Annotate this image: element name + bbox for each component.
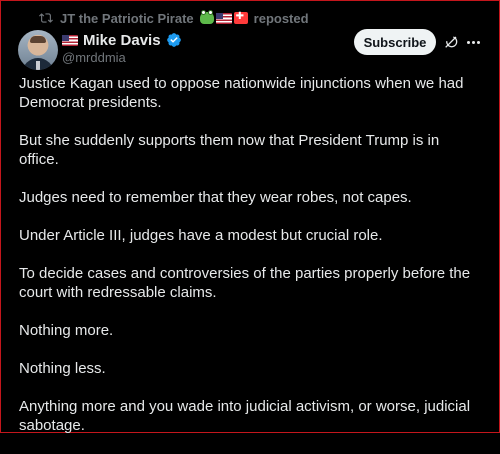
us-flag-icon — [62, 34, 78, 46]
tweet-paragraph: Nothing less. — [19, 360, 106, 377]
tweet-paragraph: Under Article III, judges have a modest … — [19, 227, 383, 244]
us-flag-icon — [215, 12, 232, 24]
tweet-paragraph: But she suddenly supports them now that … — [19, 132, 440, 168]
reposter-name[interactable]: JT the Patriotic Pirate — [60, 11, 194, 26]
tweet-paragraph: Anything more and you wade into judicial… — [19, 398, 471, 434]
repost-label: reposted — [253, 10, 309, 26]
tweet-paragraph: To decide cases and controversies of the… — [19, 265, 471, 301]
more-options-icon[interactable] — [465, 35, 481, 49]
avatar-hair — [30, 36, 46, 43]
tweet-paragraph: Justice Kagan used to oppose nationwide … — [19, 75, 464, 111]
japan-flag-icon — [233, 11, 248, 24]
reposter-emojis — [199, 10, 248, 24]
more-dot — [471, 40, 475, 44]
repost-header[interactable]: JT the Patriotic Pirate reposted — [38, 10, 309, 26]
more-dot — [466, 40, 470, 44]
tweet-text: Justice Kagan used to oppose nationwide … — [19, 74, 479, 454]
avatar-tie — [36, 61, 40, 70]
verified-badge-icon[interactable] — [166, 32, 182, 48]
grok-icon[interactable] — [443, 34, 459, 50]
frog-emoji-icon — [199, 10, 214, 24]
tweet-paragraph: Nothing more. — [19, 322, 114, 339]
repost-icon — [39, 13, 53, 23]
subscribe-button[interactable]: Subscribe — [354, 29, 436, 55]
author-name-row[interactable]: Mike Davis — [62, 31, 182, 49]
more-dot — [476, 40, 480, 44]
author-handle[interactable]: @mrddmia — [62, 50, 126, 65]
tweet-paragraph: Judges need to remember that they wear r… — [19, 189, 412, 206]
author-name[interactable]: Mike Davis — [83, 32, 161, 49]
avatar[interactable] — [18, 30, 58, 70]
